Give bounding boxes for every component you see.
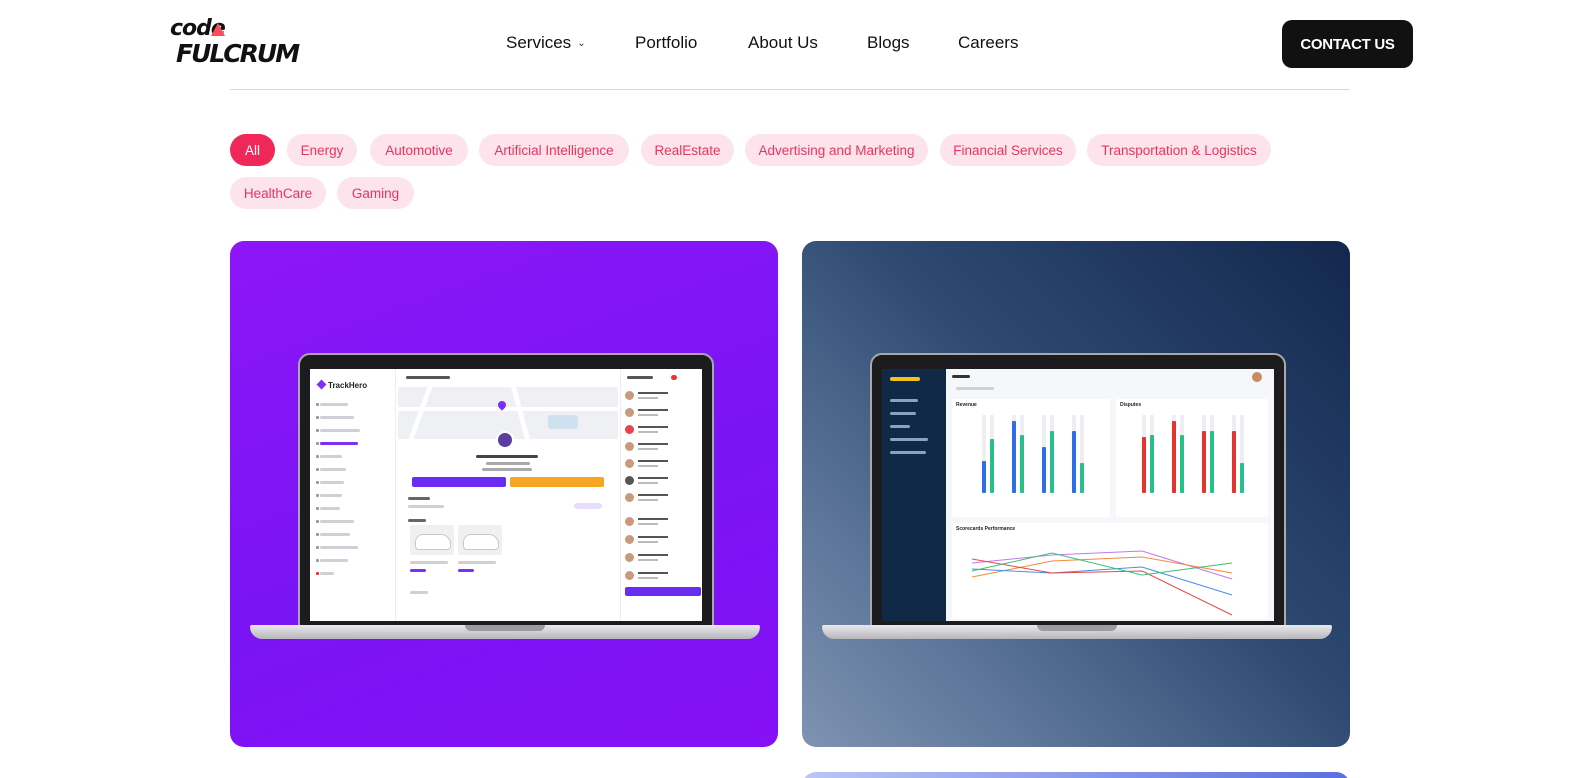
nav-item-careers[interactable]: Careers — [958, 32, 1018, 54]
filter-chip-healthcare[interactable]: HealthCare — [230, 177, 326, 209]
app-brand-label: TrackHero — [328, 381, 368, 390]
vehicle-thumbnail — [458, 525, 502, 555]
revenue-panel-title: Revenue — [956, 402, 977, 408]
filter-chip-advertising-marketing[interactable]: Advertising and Marketing — [745, 134, 928, 166]
line-chart-sketch — [971, 550, 1233, 616]
logo-triangle-icon — [211, 23, 225, 36]
filter-chip-all[interactable]: All — [230, 134, 275, 166]
messages-panel — [620, 369, 702, 621]
laptop-lid: TrackHero — [298, 353, 714, 628]
laptop-mockup: TrackHero — [250, 353, 760, 648]
filter-chip-gaming[interactable]: Gaming — [337, 177, 414, 209]
laptop-notch — [465, 625, 545, 631]
app-brand — [890, 377, 920, 381]
portfolio-card-driver-dashboard[interactable]: Revenue Disputes Scorecards Performance — [802, 241, 1350, 747]
filter-chip-realestate[interactable]: RealEstate — [641, 134, 734, 166]
nav-item-about-us[interactable]: About Us — [748, 32, 818, 54]
contact-us-button[interactable]: CONTACT US — [1282, 20, 1413, 68]
laptop-lid: Revenue Disputes Scorecards Performance — [870, 353, 1286, 628]
app-sidebar — [882, 369, 946, 621]
filter-chip-artificial-intelligence[interactable]: Artificial Intelligence — [479, 134, 629, 166]
disputes-panel-title: Disputes — [1120, 402, 1142, 408]
laptop-mockup: Revenue Disputes Scorecards Performance — [822, 353, 1332, 648]
reports-view: Revenue Disputes Scorecards Performance — [946, 369, 1274, 621]
trackhero-screen: TrackHero — [310, 369, 702, 621]
portfolio-page: code FULCRUM Services ⌄ Portfolio About U… — [0, 0, 1583, 778]
portfolio-card-next[interactable] — [802, 772, 1350, 778]
nav-item-services[interactable]: Services ⌄ — [506, 32, 586, 55]
brand-gem-icon — [316, 379, 327, 390]
logo-line-2: FULCRUM — [176, 39, 300, 68]
filter-chip-automotive[interactable]: Automotive — [370, 134, 468, 166]
scorecards-performance-panel: Scorecards Performance — [952, 523, 1268, 619]
reservation-detail — [398, 369, 618, 621]
disputes-panel: Disputes — [1116, 399, 1268, 517]
filter-chip-transportation-logistics[interactable]: Transportation & Logistics — [1087, 134, 1271, 166]
app-brand: TrackHero — [316, 379, 368, 390]
filter-chip-financial-services[interactable]: Financial Services — [940, 134, 1076, 166]
code-fulcrum-logo[interactable]: code FULCRUM — [170, 16, 300, 70]
app-sidebar: TrackHero — [310, 369, 396, 621]
revenue-panel: Revenue — [952, 399, 1110, 517]
nav-services-label: Services — [506, 33, 572, 52]
filter-chip-energy[interactable]: Energy — [287, 134, 357, 166]
nav-item-portfolio[interactable]: Portfolio — [635, 32, 697, 54]
laptop-notch — [1037, 625, 1117, 631]
portfolio-card-trackhero[interactable]: TrackHero — [230, 241, 778, 747]
chevron-down-icon: ⌄ — [577, 37, 586, 49]
vehicle-thumbnail — [410, 525, 454, 555]
site-header: code FULCRUM Services ⌄ Portfolio About U… — [0, 0, 1583, 90]
nav-item-blogs[interactable]: Blogs — [867, 32, 910, 54]
driver-dashboard-screen: Revenue Disputes Scorecards Performance — [882, 369, 1274, 621]
header-divider — [230, 89, 1350, 90]
